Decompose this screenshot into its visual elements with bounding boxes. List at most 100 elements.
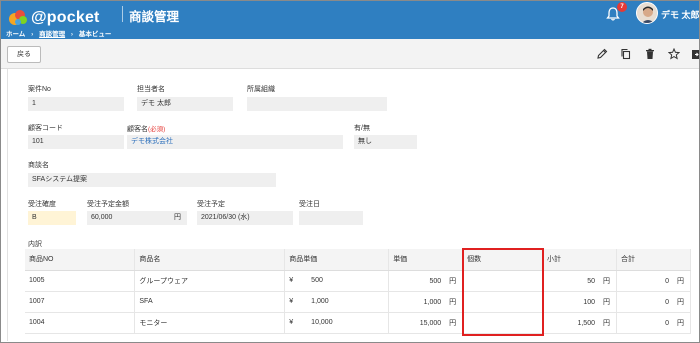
deal-name-label: 商談名 [28, 162, 49, 169]
yen-unit: 円 [677, 319, 684, 327]
unit-price-value: 1,000 [311, 298, 329, 305]
cell-total: 0円 [616, 291, 691, 313]
required-marker: (必須) [148, 126, 166, 133]
pencil-icon[interactable] [596, 48, 608, 60]
customer-name-link[interactable]: デモ株式会社 [127, 135, 343, 149]
presence-field: 無し [354, 135, 417, 149]
header-divider [122, 6, 123, 22]
cell-total: 0円 [616, 270, 691, 292]
price-value: 500 [429, 277, 442, 285]
col-header-total: 合計 [616, 249, 691, 271]
details-label: 内訳 [28, 241, 42, 248]
breadcrumb-home[interactable]: ホーム [6, 28, 25, 38]
order-date-field [299, 211, 363, 225]
cell-price: 15,000 円 [388, 312, 464, 334]
app-logo[interactable]: @pocket [7, 6, 117, 28]
page-title: 商談管理 [129, 10, 180, 24]
price-value: 1,000 [423, 298, 442, 306]
detail-table: 商品NO 商品名 商品単価 単価 個数 小計 合計 1005 グループウェア ¥… [25, 249, 691, 334]
cell-subtotal: 1,500 円 [542, 312, 617, 334]
yen-unit: 円 [449, 277, 457, 285]
case-no-label: 案件No [28, 86, 51, 93]
cell-unit-price: ¥10,000 [284, 312, 390, 334]
yen-sign: ¥ [289, 277, 294, 284]
copy-icon[interactable] [620, 48, 632, 60]
expected-date-field: 2021/06/30 (水) [197, 211, 293, 225]
presence-label: 有/無 [354, 125, 370, 132]
yen-sign: ¥ [289, 298, 294, 305]
unit-price-value: 10,000 [311, 319, 333, 326]
total-value: 0 [665, 319, 669, 327]
cell-price: 1,000 円 [388, 291, 464, 313]
star-icon[interactable] [668, 48, 680, 60]
table-row: 1005 グループウェア ¥500 500 円 50 円 0円 [25, 270, 691, 292]
expected-date-label: 受注予定 [197, 201, 225, 208]
col-header-product-name: 商品名 [134, 249, 286, 271]
expected-amount-label: 受注予定金額 [87, 201, 129, 208]
accuracy-field: B [28, 211, 76, 225]
expected-amount-field: 60,000 円 [87, 211, 187, 225]
cell-unit-price: ¥500 [284, 270, 390, 292]
col-header-unit-price: 商品単価 [284, 249, 390, 271]
table-row: 1007 SFA ¥1,000 1,000 円 100 円 0円 [25, 291, 691, 313]
cell-product-name: グループウェア [134, 270, 286, 292]
app-window: @pocket 商談管理 ホーム › 商談管理 › 基本ビュー 7 デモ 太郎 [0, 0, 700, 343]
yen-unit: 円 [449, 319, 457, 327]
yen-unit: 円 [603, 298, 610, 306]
cell-product-name: モニター [134, 312, 286, 334]
avatar[interactable] [636, 2, 658, 24]
case-no-field: 1 [28, 97, 124, 111]
cell-product-no: 1007 [25, 291, 136, 313]
total-value: 0 [665, 277, 669, 285]
top-header: @pocket 商談管理 ホーム › 商談管理 › 基本ビュー 7 デモ 太郎 [1, 1, 699, 39]
cell-subtotal: 100 円 [542, 291, 617, 313]
org-label: 所属組織 [247, 86, 275, 93]
table-row: 1004 モニター ¥10,000 15,000 円 1,500 円 0円 [25, 312, 691, 334]
cell-total: 0円 [616, 312, 691, 334]
price-value: 15,000 [419, 319, 442, 327]
owner-field: デモ 太郎 [137, 97, 233, 111]
deal-name-field: SFAシステム提案 [28, 173, 276, 187]
breadcrumb-separator: › [31, 31, 34, 38]
cell-product-name: SFA [134, 291, 286, 313]
accuracy-label: 受注確度 [28, 201, 56, 208]
cell-subtotal: 50 円 [542, 270, 617, 292]
yen-sign: ¥ [289, 319, 294, 326]
customer-name-label-text: 顧客名 [127, 126, 148, 133]
subtotal-value: 1,500 [577, 319, 595, 327]
yen-unit: 円 [603, 277, 610, 285]
yen-unit: 円 [603, 319, 610, 327]
yen-unit: 円 [449, 298, 457, 306]
customer-name-label: 顧客名(必須) [127, 123, 165, 134]
yen-unit: 円 [677, 298, 684, 306]
customer-code-label: 顧客コード [28, 125, 63, 132]
user-name[interactable]: デモ 太郎 [661, 8, 699, 21]
quantity-column-highlight [462, 248, 544, 336]
breadcrumb-separator: › [70, 31, 74, 38]
breadcrumb-deals[interactable]: 商談管理 [39, 28, 65, 38]
org-field [247, 97, 387, 111]
col-header-product-no: 商品NO [25, 249, 136, 271]
action-toolbar: 戻る [1, 39, 700, 69]
breadcrumb: ホーム › 商談管理 › 基本ビュー [6, 28, 111, 38]
unit-price-value: 500 [311, 277, 323, 284]
subtotal-value: 50 [587, 277, 595, 285]
subtotal-value: 100 [583, 298, 595, 306]
export-icon[interactable] [691, 48, 700, 60]
col-header-subtotal: 小計 [542, 249, 617, 271]
cell-unit-price: ¥1,000 [284, 291, 390, 313]
col-header-price: 単価 [388, 249, 464, 271]
owner-label: 担当者名 [137, 86, 165, 93]
expected-amount-value: 60,000 [91, 214, 113, 221]
cell-product-no: 1005 [25, 270, 136, 292]
customer-code-field: 101 [28, 135, 124, 149]
trash-icon[interactable] [644, 48, 656, 60]
back-button[interactable]: 戻る [7, 46, 41, 63]
logo-mark-icon [9, 10, 27, 25]
cell-price: 500 円 [388, 270, 464, 292]
table-header-row: 商品NO 商品名 商品単価 単価 個数 小計 合計 [25, 249, 691, 271]
expected-amount-unit: 円 [174, 214, 181, 221]
order-date-label: 受注日 [299, 201, 320, 208]
cell-product-no: 1004 [25, 312, 136, 334]
avatar-person-icon [637, 3, 657, 23]
